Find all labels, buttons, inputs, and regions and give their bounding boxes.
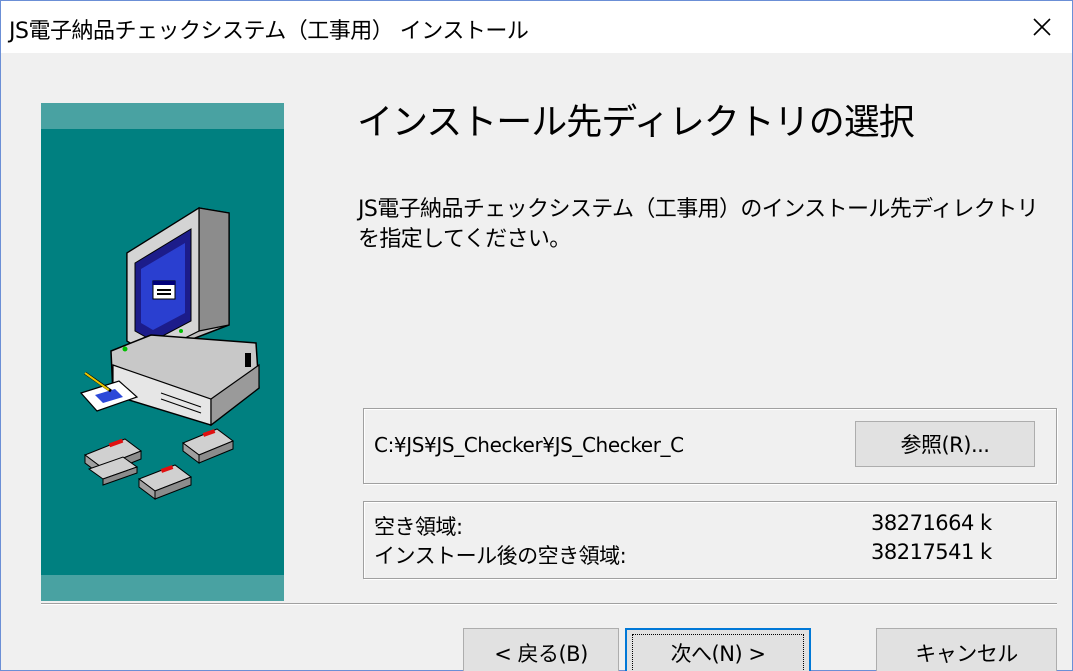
page-heading: インストール先ディレクトリの選択 xyxy=(357,102,915,143)
installer-window: JS電子納品チェックシステム（工事用） インストール インストール先ディレクトリ… xyxy=(0,0,1073,671)
destination-path: C:¥JS¥JS_Checker¥JS_Checker_C xyxy=(374,433,684,457)
panel-bottom-band xyxy=(41,575,284,601)
wizard-illustration-panel xyxy=(41,103,284,601)
disk-space-group: 空き領域: 38271664 k インストール後の空き領域: 38217541 … xyxy=(363,501,1057,579)
free-space-after-row: インストール後の空き領域: 38217541 k xyxy=(374,540,1044,568)
free-space-value: 38271664 k xyxy=(871,511,992,535)
window-title: JS電子納品チェックシステム（工事用） インストール xyxy=(9,19,529,44)
floppy-disk-icon xyxy=(137,464,193,500)
browse-button[interactable]: 参照(R)... xyxy=(855,421,1035,467)
cancel-button[interactable]: キャンセル xyxy=(876,628,1057,671)
free-space-after-label: インストール後の空き領域: xyxy=(374,544,627,568)
title-bar: JS電子納品チェックシステム（工事用） インストール xyxy=(1,1,1072,53)
close-icon xyxy=(1033,18,1051,36)
close-button[interactable] xyxy=(1012,1,1072,53)
back-button[interactable]: < 戻る(B) xyxy=(463,628,619,671)
next-button-label: 次へ(N) > xyxy=(670,642,766,666)
destination-directory-group: C:¥JS¥JS_Checker¥JS_Checker_C 参照(R)... xyxy=(363,408,1057,484)
computer-illustration xyxy=(79,206,260,500)
free-space-after-value: 38217541 k xyxy=(871,540,992,564)
free-space-row: 空き領域: 38271664 k xyxy=(374,511,1044,539)
footer-divider xyxy=(41,603,1057,605)
free-space-label: 空き領域: xyxy=(374,515,463,539)
page-description: JS電子納品チェックシステム（工事用）のインストール先ディレクトリを指定してくだ… xyxy=(358,197,1039,252)
floppy-disk-icon xyxy=(181,428,235,464)
next-button[interactable]: 次へ(N) > xyxy=(625,628,811,671)
